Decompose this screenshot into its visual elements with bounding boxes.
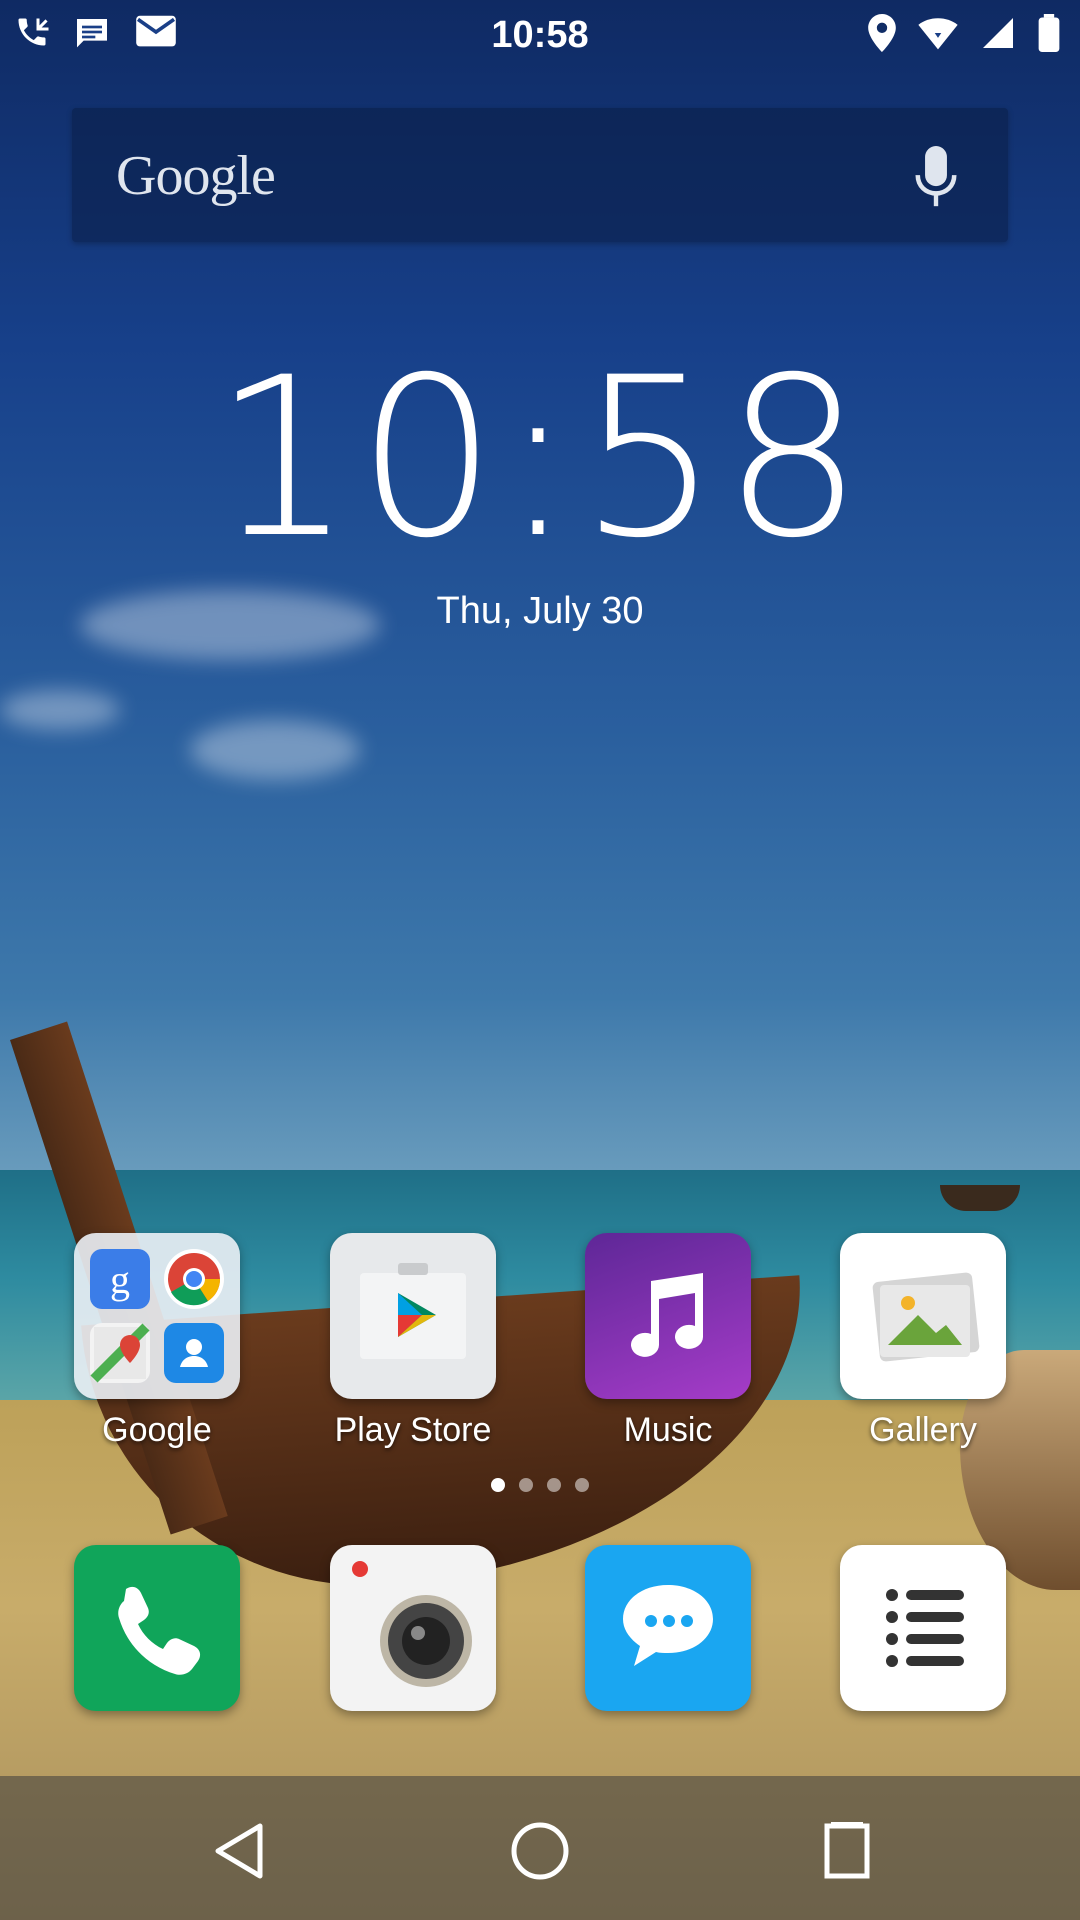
dock-list[interactable] — [838, 1545, 1008, 1711]
battery-icon — [1038, 14, 1060, 52]
wallpaper-cloud — [190, 720, 360, 780]
play-store-icon[interactable] — [330, 1233, 496, 1399]
google-folder-icon[interactable]: g — [74, 1233, 240, 1399]
messaging-icon[interactable] — [585, 1545, 751, 1711]
chrome-mini-icon — [164, 1249, 224, 1309]
home-screen: 10:58 Google 10:58 Thu, July 30 g Google… — [0, 0, 1080, 1920]
list-icon[interactable] — [840, 1545, 1006, 1711]
navigation-bar — [0, 1776, 1080, 1920]
location-icon — [868, 14, 896, 52]
dock-messaging[interactable] — [583, 1545, 753, 1711]
app-gallery[interactable]: Gallery — [838, 1233, 1008, 1450]
signal-icon — [983, 18, 1013, 48]
page-dot[interactable] — [519, 1478, 533, 1492]
app-label: Music — [623, 1411, 713, 1449]
home-icon[interactable] — [505, 1816, 575, 1886]
page-dot[interactable] — [575, 1478, 589, 1492]
dock-phone[interactable] — [72, 1545, 242, 1711]
app-label: Google — [102, 1411, 212, 1449]
wallpaper-cloud — [0, 690, 120, 730]
app-play-store[interactable]: Play Store — [328, 1233, 498, 1450]
app-google-folder[interactable]: g Google — [72, 1233, 242, 1450]
status-bar: 10:58 — [0, 0, 1080, 75]
recents-icon[interactable] — [812, 1816, 882, 1886]
contacts-mini-icon — [164, 1323, 224, 1383]
music-icon[interactable] — [585, 1233, 751, 1399]
maps-mini-icon — [90, 1323, 150, 1383]
page-dot[interactable] — [491, 1478, 505, 1492]
google-search-bar[interactable]: Google — [72, 108, 1008, 242]
camera-icon[interactable] — [330, 1545, 496, 1711]
google-search-mini-icon: g — [90, 1249, 150, 1309]
app-music[interactable]: Music — [583, 1233, 753, 1450]
wifi-icon — [918, 18, 958, 50]
dock-camera[interactable] — [328, 1545, 498, 1711]
mic-icon[interactable] — [914, 146, 958, 208]
back-icon[interactable] — [204, 1816, 274, 1886]
page-dot[interactable] — [547, 1478, 561, 1492]
gallery-icon[interactable] — [840, 1233, 1006, 1399]
system-icons — [868, 14, 1060, 52]
google-logo: Google — [116, 145, 276, 207]
clock-widget-date[interactable]: Thu, July 30 — [0, 590, 1080, 633]
app-label: Gallery — [869, 1411, 977, 1449]
page-indicator — [0, 1478, 1080, 1492]
clock-widget-time[interactable]: 10:58 — [0, 330, 1080, 586]
phone-icon[interactable] — [74, 1545, 240, 1711]
app-label: Play Store — [334, 1411, 492, 1449]
svg-text:g: g — [110, 1257, 130, 1302]
